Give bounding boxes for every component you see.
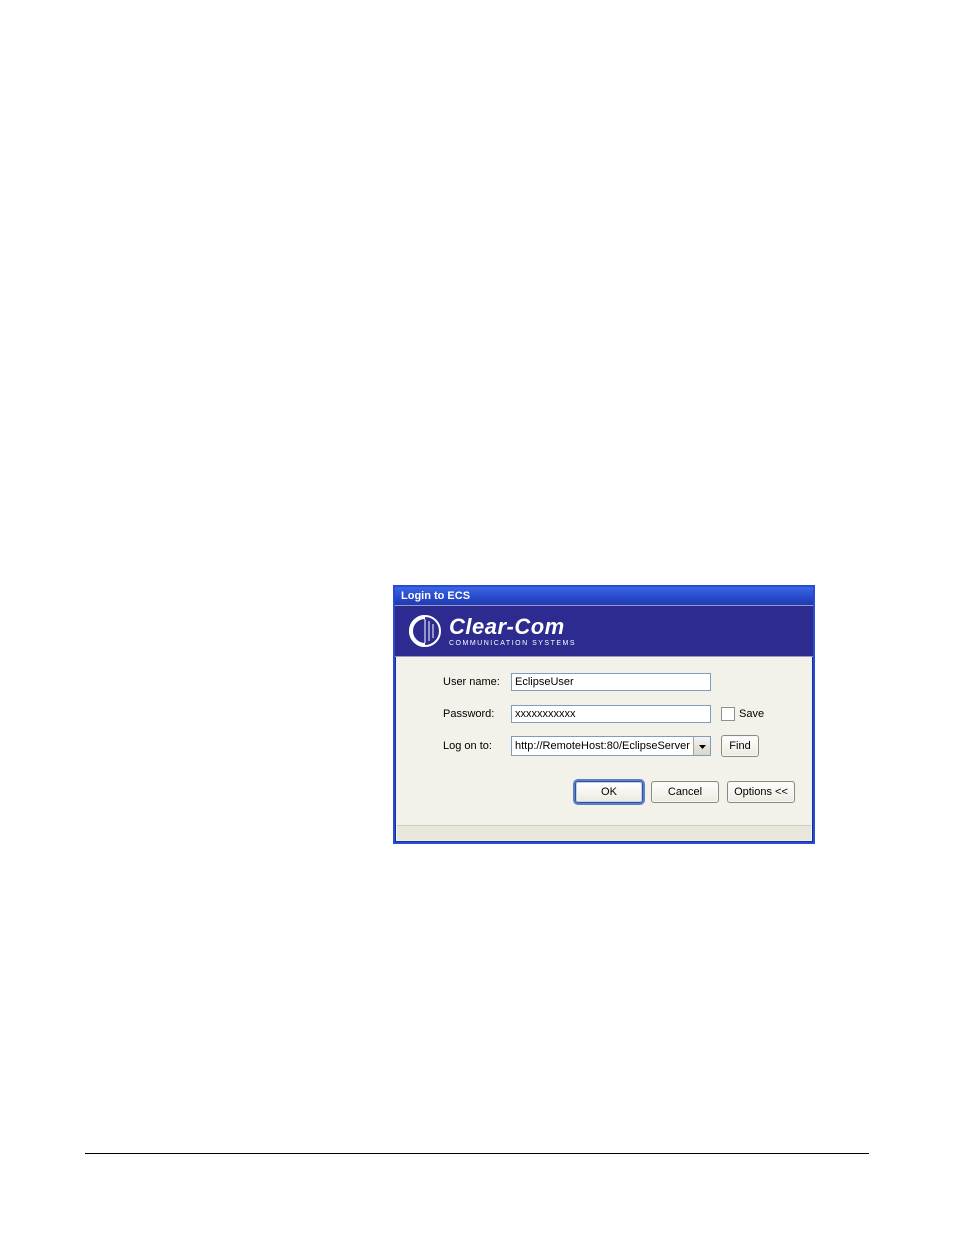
page-divider bbox=[85, 1153, 869, 1154]
form-area: User name: Password: Save Log on to: htt… bbox=[395, 657, 813, 775]
clearcom-logo-icon bbox=[409, 615, 441, 647]
password-input[interactable] bbox=[511, 705, 711, 723]
find-button[interactable]: Find bbox=[721, 735, 759, 757]
username-label: User name: bbox=[443, 676, 511, 688]
dialog-titlebar[interactable]: Login to ECS bbox=[395, 587, 813, 605]
logon-value: http://RemoteHost:80/EclipseServer bbox=[512, 740, 693, 752]
password-row: Password: Save bbox=[443, 703, 795, 725]
brand-tagline: COMMUNICATION SYSTEMS bbox=[449, 640, 576, 647]
brand-bar: Clear-Com COMMUNICATION SYSTEMS bbox=[395, 605, 813, 657]
options-button[interactable]: Options << bbox=[727, 781, 795, 803]
save-label: Save bbox=[739, 708, 764, 720]
brand-text: Clear-Com COMMUNICATION SYSTEMS bbox=[449, 616, 576, 647]
ok-button[interactable]: OK bbox=[575, 781, 643, 803]
dialog-footer-strip bbox=[397, 825, 811, 840]
combobox-dropdown-button[interactable] bbox=[693, 737, 710, 755]
cancel-button[interactable]: Cancel bbox=[651, 781, 719, 803]
login-dialog: Login to ECS Clear-Com COMMUNICATION SYS… bbox=[393, 585, 815, 844]
brand-name: Clear-Com bbox=[449, 616, 576, 638]
save-group: Save bbox=[721, 707, 764, 721]
logon-row: Log on to: http://RemoteHost:80/EclipseS… bbox=[443, 735, 795, 757]
username-row: User name: bbox=[443, 671, 795, 693]
dialog-button-row: OK Cancel Options << bbox=[395, 775, 813, 803]
logon-label: Log on to: bbox=[443, 740, 511, 752]
password-label: Password: bbox=[443, 708, 511, 720]
logon-combobox[interactable]: http://RemoteHost:80/EclipseServer bbox=[511, 736, 711, 756]
save-checkbox[interactable] bbox=[721, 707, 735, 721]
chevron-down-icon bbox=[699, 740, 706, 752]
username-input[interactable] bbox=[511, 673, 711, 691]
dialog-title: Login to ECS bbox=[401, 590, 470, 602]
